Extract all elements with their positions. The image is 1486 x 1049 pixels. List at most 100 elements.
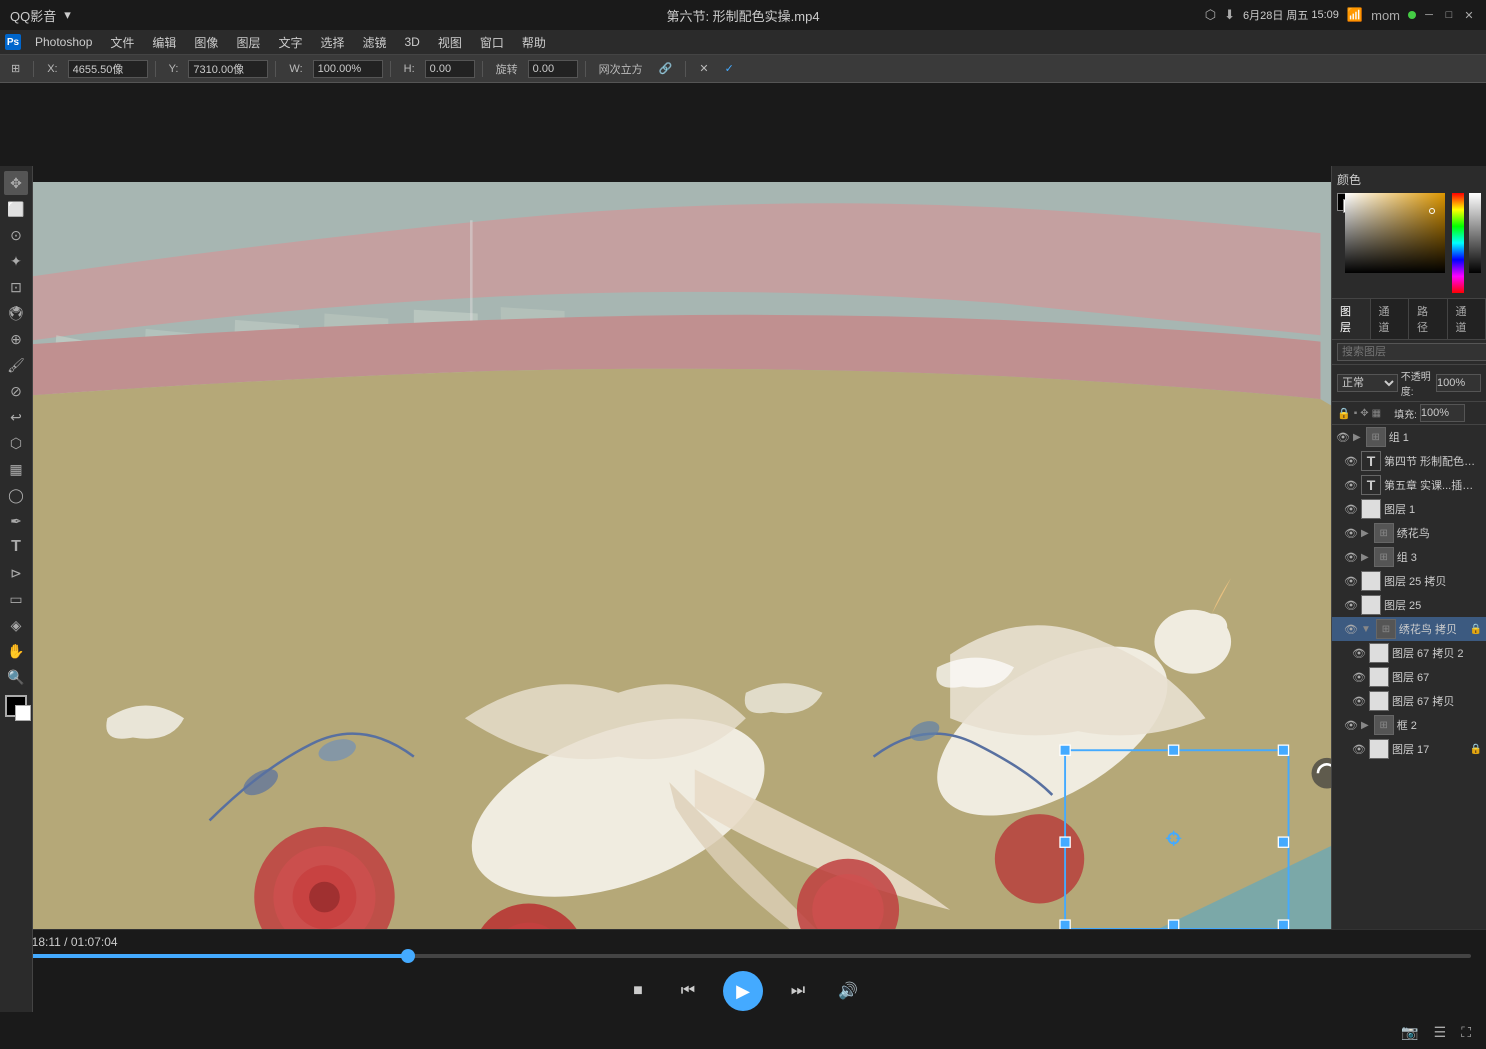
heal-tool[interactable]: ⊕ [4, 327, 28, 351]
fill-input[interactable] [1420, 404, 1465, 422]
layer-67copy[interactable]: 👁 图层 67 拷贝 [1332, 689, 1486, 713]
layer-layer1[interactable]: 👁 图层 1 [1332, 497, 1486, 521]
background-color[interactable] [15, 705, 31, 721]
tab-layers[interactable]: 图层 [1332, 299, 1371, 339]
h-input[interactable] [425, 60, 475, 78]
menu-select[interactable]: 选择 [312, 32, 352, 53]
menu-window[interactable]: 窗口 [472, 32, 512, 53]
rotate-input[interactable] [528, 60, 578, 78]
y-label: Y: [163, 61, 185, 77]
play-button[interactable]: ▶ [723, 971, 763, 1011]
layer-text2[interactable]: 👁 T 第五章 实课...插树汉服设计 [1332, 473, 1486, 497]
visibility-embroid[interactable]: 👁 [1344, 526, 1358, 540]
layer-search-input[interactable] [1337, 343, 1486, 361]
blend-mode-select[interactable]: 正常 [1337, 374, 1398, 392]
layer-67copy2[interactable]: 👁 图层 67 拷贝 2 [1332, 641, 1486, 665]
x-input[interactable] [68, 60, 148, 78]
menu-3d[interactable]: 3D [397, 33, 428, 51]
text-tool[interactable]: T [4, 535, 28, 559]
layer-group3[interactable]: 👁 ▶ ⊞ 组 3 [1332, 545, 1486, 569]
visibility-67[interactable]: 👁 [1352, 670, 1366, 684]
brightness-bar[interactable] [1469, 193, 1481, 273]
gradient-tool[interactable]: ▦ [4, 457, 28, 481]
menu-help[interactable]: 帮助 [514, 32, 554, 53]
visibility-67copy[interactable]: 👁 [1352, 694, 1366, 708]
menu-layer[interactable]: 图层 [228, 32, 268, 53]
stop-button[interactable]: ■ [623, 976, 653, 1006]
next-button[interactable]: ⏭ [783, 976, 813, 1006]
layer-group2[interactable]: 👁 ▶ ⊞ 框 2 [1332, 713, 1486, 737]
visibility-25[interactable]: 👁 [1344, 598, 1358, 612]
zoom-tool[interactable]: 🔍 [4, 665, 28, 689]
hand-tool[interactable]: ✋ [4, 639, 28, 663]
name-25: 图层 25 [1384, 597, 1482, 613]
visibility-group2[interactable]: 👁 [1344, 718, 1358, 732]
menu-photoshop[interactable]: Photoshop [27, 33, 100, 51]
eyedropper-tool[interactable]: 🖲 [4, 301, 28, 325]
menu-filter[interactable]: 滤镜 [354, 32, 394, 53]
menu-edit[interactable]: 编辑 [144, 32, 184, 53]
visibility-group3[interactable]: 👁 [1344, 550, 1358, 564]
visibility-layer1[interactable]: 👁 [1344, 502, 1358, 516]
eraser-tool[interactable]: ⬡ [4, 431, 28, 455]
progress-handle[interactable] [401, 949, 415, 963]
canvas-area[interactable]: -0.2° [33, 182, 1331, 1012]
path-select-tool[interactable]: ⊳ [4, 561, 28, 585]
confirm-transform-button[interactable]: ✓ [719, 60, 740, 77]
screenshot-button[interactable]: 📷 [1401, 1024, 1418, 1041]
menu-file[interactable]: 文件 [102, 32, 142, 53]
move-tool[interactable]: ✥ [4, 171, 28, 195]
foreground-color[interactable] [5, 695, 27, 717]
restore-button[interactable]: □ [1442, 8, 1456, 22]
visibility-group1[interactable]: 👁 [1336, 430, 1350, 444]
progress-bar-container[interactable] [0, 954, 1486, 958]
3d-tool[interactable]: ◈ [4, 613, 28, 637]
progress-track[interactable] [15, 954, 1471, 958]
color-gradient[interactable] [1345, 193, 1445, 273]
fullscreen-button[interactable]: ⛶ [1461, 1024, 1471, 1041]
color-hue-bar[interactable] [1452, 193, 1464, 293]
menu-image[interactable]: 图像 [186, 32, 226, 53]
app-dropdown-icon[interactable]: ▾ [64, 7, 71, 23]
opacity-input[interactable] [1436, 374, 1481, 392]
tab-channels[interactable]: 通道 [1371, 299, 1410, 339]
layer-67[interactable]: 👁 图层 67 [1332, 665, 1486, 689]
visibility-67copy2[interactable]: 👁 [1352, 646, 1366, 660]
link-icon[interactable]: 🔗 [653, 60, 679, 77]
layer-25[interactable]: 👁 图层 25 [1332, 593, 1486, 617]
history-brush-tool[interactable]: ↩ [4, 405, 28, 429]
cancel-transform-button[interactable]: ✕ [693, 60, 714, 77]
volume-button[interactable]: 🔊 [833, 976, 863, 1006]
layer-25copy[interactable]: 👁 图层 25 拷贝 [1332, 569, 1486, 593]
menu-view[interactable]: 视图 [430, 32, 470, 53]
brush-tool[interactable]: 🖌 [4, 353, 28, 377]
name-embroid-copy: 绣花鸟 拷贝 [1399, 621, 1467, 637]
visibility-text2[interactable]: 👁 [1344, 478, 1358, 492]
tab-paths[interactable]: 路径 [1409, 299, 1448, 339]
dodge-tool[interactable]: ◯ [4, 483, 28, 507]
y-input[interactable] [188, 60, 268, 78]
tab-channels2[interactable]: 通道 [1448, 299, 1486, 339]
layer-embroid[interactable]: 👁 ▶ ⊞ 绣花鸟 [1332, 521, 1486, 545]
minimize-button[interactable]: ─ [1422, 8, 1436, 22]
visibility-text1[interactable]: 👁 [1344, 454, 1358, 468]
pen-tool[interactable]: ✒ [4, 509, 28, 533]
playlist-button[interactable]: ☰ [1434, 1024, 1447, 1041]
layer-embroid-copy[interactable]: 👁 ▼ ⊞ 绣花鸟 拷贝 🔒 [1332, 617, 1486, 641]
w-input[interactable] [313, 60, 383, 78]
prev-button[interactable]: ⏮ [673, 976, 703, 1006]
shape-tool[interactable]: ▭ [4, 587, 28, 611]
visibility-17[interactable]: 👁 [1352, 742, 1366, 756]
layer-group1[interactable]: 👁 ▶ ⊞ 组 1 [1332, 425, 1486, 449]
clone-tool[interactable]: ⊘ [4, 379, 28, 403]
crop-tool[interactable]: ⊡ [4, 275, 28, 299]
layer-17[interactable]: 👁 图层 17 🔒 [1332, 737, 1486, 761]
layer-text1[interactable]: 👁 T 第四节 形制配色实操 [1332, 449, 1486, 473]
visibility-embroid-copy[interactable]: 👁 [1344, 622, 1358, 636]
rectangle-select-tool[interactable]: ⬜ [4, 197, 28, 221]
menu-text[interactable]: 文字 [270, 32, 310, 53]
visibility-25copy[interactable]: 👁 [1344, 574, 1358, 588]
close-button[interactable]: ✕ [1462, 8, 1476, 22]
lasso-tool[interactable]: ⊙ [4, 223, 28, 247]
magic-wand-tool[interactable]: ✦ [4, 249, 28, 273]
